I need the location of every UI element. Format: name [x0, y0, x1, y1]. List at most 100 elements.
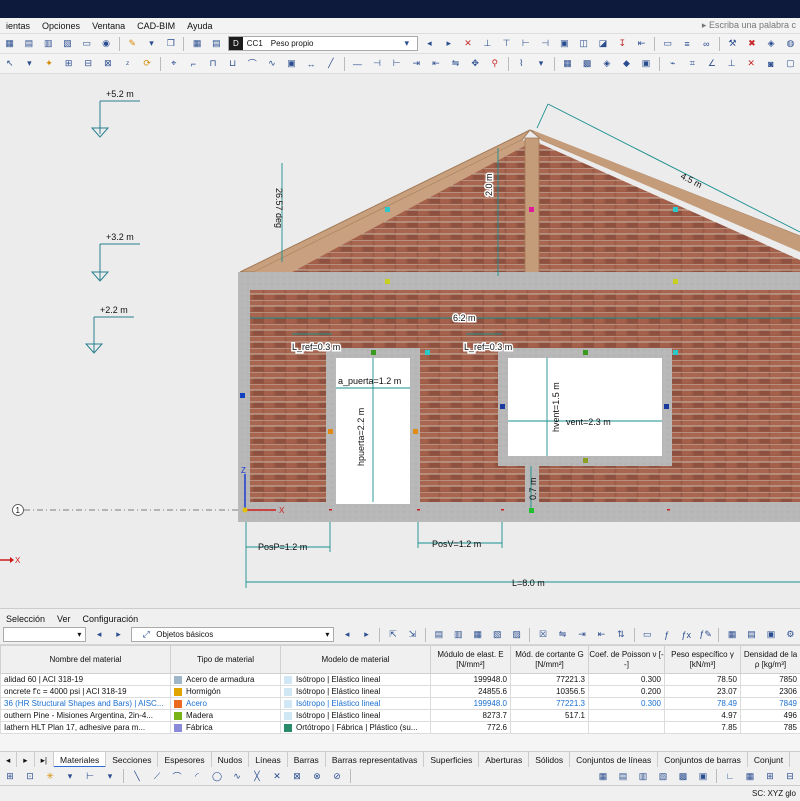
release-icon[interactable]: ⊢	[518, 37, 533, 51]
box-icon[interactable]: ◪	[595, 37, 610, 51]
print-icon[interactable]: ▣	[763, 628, 778, 642]
tab-nudos[interactable]: Nudos	[212, 752, 250, 768]
member-icon[interactable]: ⊣	[537, 37, 552, 51]
cell-model[interactable]: Isótropo | Elástico lineal	[281, 698, 431, 710]
draw-spline-icon[interactable]: ∿	[229, 769, 245, 783]
cell-nu[interactable]: 0.300	[589, 698, 665, 710]
axis-z-icon[interactable]: ᶻ	[120, 57, 136, 71]
col-header[interactable]: Densidad de la ρ [kg/m³]	[741, 646, 800, 674]
snap-icon[interactable]: ⊡	[22, 769, 38, 783]
tab-superficies[interactable]: Superficies	[424, 752, 479, 768]
excel-export-icon[interactable]: ▦	[724, 628, 739, 642]
select-icon[interactable]: ↖	[2, 57, 18, 71]
select-in-table-icon[interactable]: ⇲	[405, 628, 420, 642]
tab-materiales[interactable]: Materiales	[54, 752, 106, 768]
tab-solidos[interactable]: Sólidos	[529, 752, 570, 768]
graph-icon[interactable]: ⌇	[514, 57, 530, 71]
results-table-icon[interactable]: ▦	[189, 37, 204, 51]
tab-secciones[interactable]: Secciones	[106, 752, 158, 768]
cell-G[interactable]: 10356.5	[511, 686, 589, 698]
tab-nav-first[interactable]: ◂	[0, 752, 17, 768]
cell-name[interactable]: alidad 60 | ACI 318-19	[1, 674, 171, 686]
view-panel-icon[interactable]: ▥	[635, 769, 651, 783]
camera-icon[interactable]: ◙	[763, 57, 779, 71]
cell-rho[interactable]: 2306	[741, 686, 800, 698]
coord-grid-icon[interactable]: ▦	[742, 769, 758, 783]
section-icon[interactable]: ▣	[557, 37, 572, 51]
excel-import-icon[interactable]: ▤	[744, 628, 759, 642]
draw-arc2-icon[interactable]: ◜	[189, 769, 205, 783]
category-dropdown[interactable]: ▾	[3, 627, 86, 642]
member-grid-icon[interactable]: ⊟	[81, 57, 97, 71]
view-split-icon[interactable]: ▧	[655, 769, 671, 783]
copy-row-icon[interactable]: ▧	[489, 628, 504, 642]
cell-G[interactable]: 77221.3	[511, 674, 589, 686]
cell-gamma[interactable]: 23.07	[665, 686, 741, 698]
table-view-icon[interactable]: ▤	[431, 628, 446, 642]
panel-menu-configuracion[interactable]: Configuración	[77, 614, 145, 624]
prev-arrow-icon[interactable]: ◂	[339, 628, 354, 642]
col-header[interactable]: Mód. de cortante G [N/mm²]	[511, 646, 589, 674]
load-icon[interactable]: ↧	[615, 37, 630, 51]
screen-icon[interactable]: ▢	[783, 57, 799, 71]
panel-menu-seleccion[interactable]: Selección	[0, 614, 51, 624]
next-arrow-icon[interactable]: ▸	[359, 628, 374, 642]
view-grid-icon[interactable]: ▦	[560, 57, 576, 71]
snap-line-icon[interactable]: ⊥	[724, 57, 740, 71]
mirror-icon[interactable]: ⇋	[448, 57, 464, 71]
pin-icon[interactable]: ⚲	[487, 57, 503, 71]
view-grid2-icon[interactable]: ▩	[675, 769, 691, 783]
tool-icon[interactable]: ⚒	[725, 37, 740, 51]
cell-type[interactable]: Acero	[171, 698, 281, 710]
measure-icon[interactable]: ↔	[303, 57, 319, 71]
import-icon[interactable]: ⇤	[594, 628, 609, 642]
cell-name[interactable]: outhern Pine - Misiones Argentina, 2in-4…	[1, 710, 171, 722]
draw-polyline-icon[interactable]: ⟋	[149, 769, 165, 783]
surface-icon[interactable]: ⊠	[100, 57, 116, 71]
cell-E[interactable]: 772.6	[431, 722, 511, 734]
split-icon[interactable]: ⊣	[369, 57, 385, 71]
next-arrow-icon[interactable]: ▸	[111, 628, 126, 642]
tab-espesores[interactable]: Espesores	[158, 752, 211, 768]
object-snap-icon[interactable]: ✳	[42, 769, 58, 783]
rotate-icon[interactable]: ⟳	[139, 57, 155, 71]
cell-type[interactable]: Fábrica	[171, 722, 281, 734]
snap-icon[interactable]: ⌖	[166, 57, 182, 71]
support-icon[interactable]: ✕	[460, 37, 475, 51]
draw-node-icon[interactable]: ✕	[269, 769, 285, 783]
wave-icon[interactable]: ∿	[264, 57, 280, 71]
cell-model[interactable]: Ortótropo | Fábrica | Plástico (su...	[281, 722, 431, 734]
insert-row-icon[interactable]: ▥	[451, 628, 466, 642]
cell-nu[interactable]: 0.200	[589, 686, 665, 698]
function-icon[interactable]: ƒ	[659, 628, 674, 642]
col-header[interactable]: Tipo de material	[171, 646, 281, 674]
cell-model[interactable]: Isótropo | Elástico lineal	[281, 674, 431, 686]
cell-rho[interactable]: 7849	[741, 698, 800, 710]
block-icon[interactable]: ▣	[284, 57, 300, 71]
table-icon[interactable]: ▤	[21, 37, 36, 51]
dropdown-arrow-icon[interactable]: ▾	[102, 769, 118, 783]
close-icon[interactable]: ✕	[743, 57, 759, 71]
prev-arrow-icon[interactable]: ◂	[422, 37, 437, 51]
line-icon[interactable]: ⊞	[61, 57, 77, 71]
table-row[interactable]: 36 (HR Structural Shapes and Bars) | AIS…	[1, 698, 800, 710]
panel-menu-ver[interactable]: Ver	[51, 614, 77, 624]
pen-icon[interactable]: ✎	[125, 37, 140, 51]
cell-gamma[interactable]: 4.97	[665, 710, 741, 722]
view-glasses-icon[interactable]: ∞	[699, 37, 714, 51]
tab-barras[interactable]: Barras	[288, 752, 326, 768]
col-header[interactable]: Coef. de Poisson ν [--]	[589, 646, 665, 674]
results-grid-icon[interactable]: ▤	[209, 37, 224, 51]
stack-icon[interactable]: ▧	[60, 37, 75, 51]
draw-line-icon[interactable]: ╲	[129, 769, 145, 783]
delete-icon[interactable]: ✖	[744, 37, 759, 51]
view-render-icon[interactable]: ◈	[599, 57, 615, 71]
slash-icon[interactable]: ╱	[323, 57, 339, 71]
draw-circle-icon[interactable]: ◯	[209, 769, 225, 783]
node-support-icon[interactable]: ⊥	[480, 37, 495, 51]
globe-icon[interactable]: ◉	[98, 37, 113, 51]
solid-icon[interactable]: ⊔	[225, 57, 241, 71]
cell-model[interactable]: Isótropo | Elástico lineal	[281, 686, 431, 698]
next-arrow-icon[interactable]: ▸	[441, 37, 456, 51]
view-mesh-icon[interactable]: ▩	[579, 57, 595, 71]
